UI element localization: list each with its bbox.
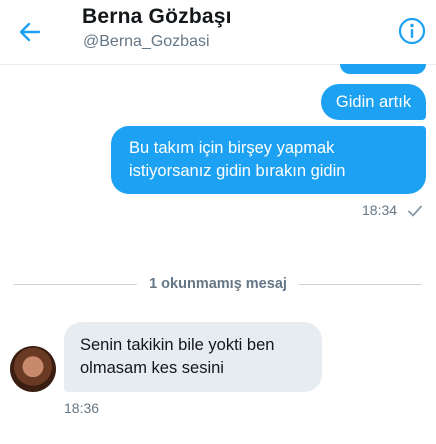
- sent-message-partial: [340, 64, 426, 74]
- divider-line: [298, 283, 423, 285]
- conversation-handle: @Berna_Gozbasi: [83, 33, 210, 50]
- unread-label: 1 okunmamış mesaj: [149, 276, 287, 292]
- conversation-title[interactable]: Berna Gözbaşı: [82, 5, 232, 29]
- received-timestamp: 18:36: [64, 400, 100, 416]
- message-text-line: olmasam kes sesini: [80, 359, 224, 377]
- info-button[interactable]: [398, 17, 426, 45]
- back-button[interactable]: [14, 16, 46, 48]
- divider-line: [14, 283, 138, 285]
- check-icon: [408, 205, 422, 217]
- unread-divider: 1 okunmamış mesaj: [0, 274, 436, 294]
- sent-message[interactable]: Gidin artık: [321, 84, 426, 120]
- dm-conversation-screen: Berna Gözbaşı @Berna_Gozbasi Gidin artık…: [0, 0, 436, 444]
- avatar[interactable]: [10, 346, 56, 392]
- sent-timestamp: 18:34: [362, 202, 398, 218]
- message-text-line: Senin takikin bile yokti ben: [80, 336, 275, 354]
- back-arrow-icon: [19, 22, 41, 42]
- message-text-line: istiyorsanız gidin bırakın gidin: [129, 162, 346, 180]
- message-text-line: Bu takım için birşey yapmak: [129, 139, 335, 157]
- info-icon: [398, 17, 426, 45]
- received-message[interactable]: Senin takikin bile yokti ben olmasam kes…: [64, 322, 322, 392]
- conversation-header: Berna Gözbaşı @Berna_Gozbasi: [0, 0, 436, 65]
- sent-message[interactable]: Bu takım için birşey yapmak istiyorsanız…: [111, 126, 426, 194]
- message-text: Gidin artık: [335, 92, 412, 111]
